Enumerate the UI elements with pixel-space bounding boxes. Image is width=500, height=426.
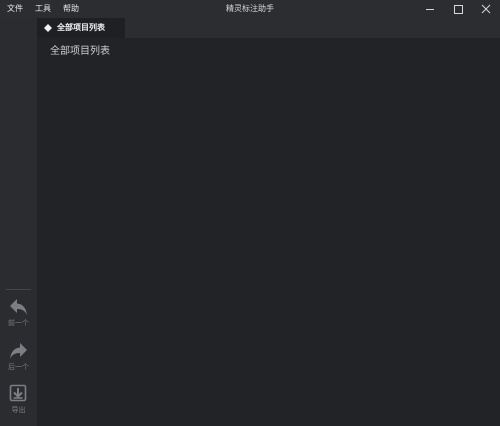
previous-label: 前一个 <box>8 319 29 327</box>
sidebar: 前一个 后一个 导出 <box>0 18 37 426</box>
app-window: 文件 工具 帮助 精灵标注助手 前一个 后一个 导出 全部项目列表 全部项目列表 <box>0 0 500 426</box>
minimize-button[interactable] <box>420 2 440 16</box>
tab-all-projects[interactable]: 全部项目列表 <box>37 18 125 38</box>
sidebar-divider <box>6 289 31 290</box>
tab-label: 全部项目列表 <box>57 23 105 32</box>
main-content: 全部项目列表 <box>37 38 500 426</box>
title-bar: 文件 工具 帮助 精灵标注助手 <box>0 0 500 18</box>
next-button[interactable]: 后一个 <box>0 341 37 381</box>
previous-button[interactable]: 前一个 <box>0 297 37 337</box>
page-title: 全部项目列表 <box>50 46 110 57</box>
export-download-icon <box>9 384 27 402</box>
diamond-icon <box>44 24 52 32</box>
next-label: 后一个 <box>8 363 29 371</box>
export-label: 导出 <box>11 406 26 414</box>
minimize-icon <box>426 9 434 10</box>
maximize-button[interactable] <box>448 2 468 16</box>
close-button[interactable] <box>476 2 496 16</box>
previous-arrow-icon <box>10 299 27 315</box>
export-button[interactable]: 导出 <box>0 384 37 424</box>
maximize-icon <box>454 5 463 14</box>
tab-bar: 全部项目列表 <box>37 18 500 38</box>
close-icon <box>481 4 491 14</box>
next-arrow-icon <box>10 343 27 359</box>
